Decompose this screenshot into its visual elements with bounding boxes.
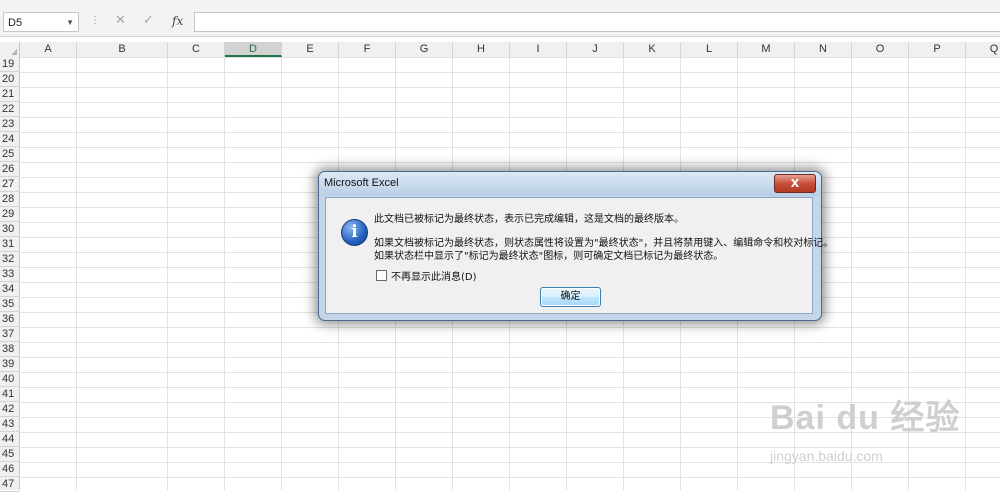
cancel-icon[interactable]: ✕ [115,13,126,28]
grip-icon: ⋮ [90,15,101,26]
row-header-25[interactable]: 25 [0,147,20,162]
ok-button[interactable]: 确定 [540,287,601,307]
row-header-39[interactable]: 39 [0,357,20,372]
dialog-title: Microsoft Excel [324,177,399,189]
formula-bar: D5 ▼ ⋮ ✕ ✓ fx [0,8,1000,37]
final-status-dialog: Microsoft Excel X i 此文档已被标记为最终状态，表示已完成编辑… [318,171,833,321]
row-header-28[interactable]: 28 [0,192,20,207]
row-header-45[interactable]: 45 [0,447,20,462]
row-header-23[interactable]: 23 [0,117,20,132]
row-header-46[interactable]: 46 [0,462,20,477]
message-line-3: 如果状态栏中显示了"标记为最终状态"图标，则可确定文档已标记为最终状态。 [374,251,724,262]
row-header-24[interactable]: 24 [0,132,20,147]
row-header-36[interactable]: 36 [0,312,20,327]
row-header-22[interactable]: 22 [0,102,20,117]
column-header-p[interactable]: P [909,42,966,57]
close-icon: X [790,177,800,190]
dialog-body: i 此文档已被标记为最终状态，表示已完成编辑，这是文档的最终版本。 如果文档被标… [325,197,833,314]
column-header-a[interactable]: A [20,42,77,57]
select-all-button[interactable] [0,42,20,57]
name-box-value: D5 [8,17,23,29]
row-header-20[interactable]: 20 [0,72,20,87]
column-header-j[interactable]: J [567,42,624,57]
row-header-44[interactable]: 44 [0,432,20,447]
column-header: ABCDEFGHIJKLMNOPQ [0,42,1000,58]
dialog-titlebar[interactable]: Microsoft Excel X [319,172,821,196]
info-icon: i [341,219,368,246]
row-header-30[interactable]: 30 [0,222,20,237]
close-button[interactable]: X [774,174,816,193]
row-header-40[interactable]: 40 [0,372,20,387]
column-header-e[interactable]: E [282,42,339,57]
row-header-33[interactable]: 33 [0,267,20,282]
row-header: 19 20 21 22 23 24 25 26 27 28 29 30 31 32 33 34 35 36 37 38… [0,57,20,492]
row-header-26[interactable]: 26 [0,162,20,177]
insert-function-icon[interactable]: fx [172,14,183,28]
column-header-c[interactable]: C [168,42,225,57]
checkbox-box[interactable] [376,270,387,281]
message-line-1: 此文档已被标记为最终状态，表示已完成编辑，这是文档的最终版本。 [374,214,684,225]
checkbox-label: 不再显示此消息(D) [391,272,477,283]
row-header-34[interactable]: 34 [0,282,20,297]
row-header-29[interactable]: 29 [0,207,20,222]
column-header-g[interactable]: G [396,42,453,57]
column-header-b[interactable]: B [77,42,168,57]
enter-icon[interactable]: ✓ [143,13,154,28]
column-header-n[interactable]: N [795,42,852,57]
column-header-q[interactable]: Q [966,42,1000,57]
row-header-31[interactable]: 31 [0,237,20,252]
column-header-o[interactable]: O [852,42,909,57]
row-header-42[interactable]: 42 [0,402,20,417]
row-header-41[interactable]: 41 [0,387,20,402]
column-header-m[interactable]: M [738,42,795,57]
column-header-i[interactable]: I [510,42,567,57]
row-header-32[interactable]: 32 [0,252,20,267]
row-header-35[interactable]: 35 [0,297,20,312]
row-header-38[interactable]: 38 [0,342,20,357]
name-box[interactable]: D5 ▼ [3,12,79,32]
dont-show-again-checkbox[interactable]: 不再显示此消息(D) [376,268,477,283]
chevron-down-icon[interactable]: ▼ [66,13,74,33]
column-header-k[interactable]: K [624,42,681,57]
column-header-f[interactable]: F [339,42,396,57]
column-header-l[interactable]: L [681,42,738,57]
column-header-h[interactable]: H [453,42,510,57]
watermark-url: jingyan.baidu.com [770,448,883,464]
formula-input[interactable] [194,12,1000,32]
row-header-27[interactable]: 27 [0,177,20,192]
row-header-37[interactable]: 37 [0,327,20,342]
row-header-43[interactable]: 43 [0,417,20,432]
row-header-19[interactable]: 19 [0,57,20,72]
column-header-d[interactable]: D [225,42,282,57]
watermark-logo: Bai du 经验 [770,399,961,437]
row-header-21[interactable]: 21 [0,87,20,102]
